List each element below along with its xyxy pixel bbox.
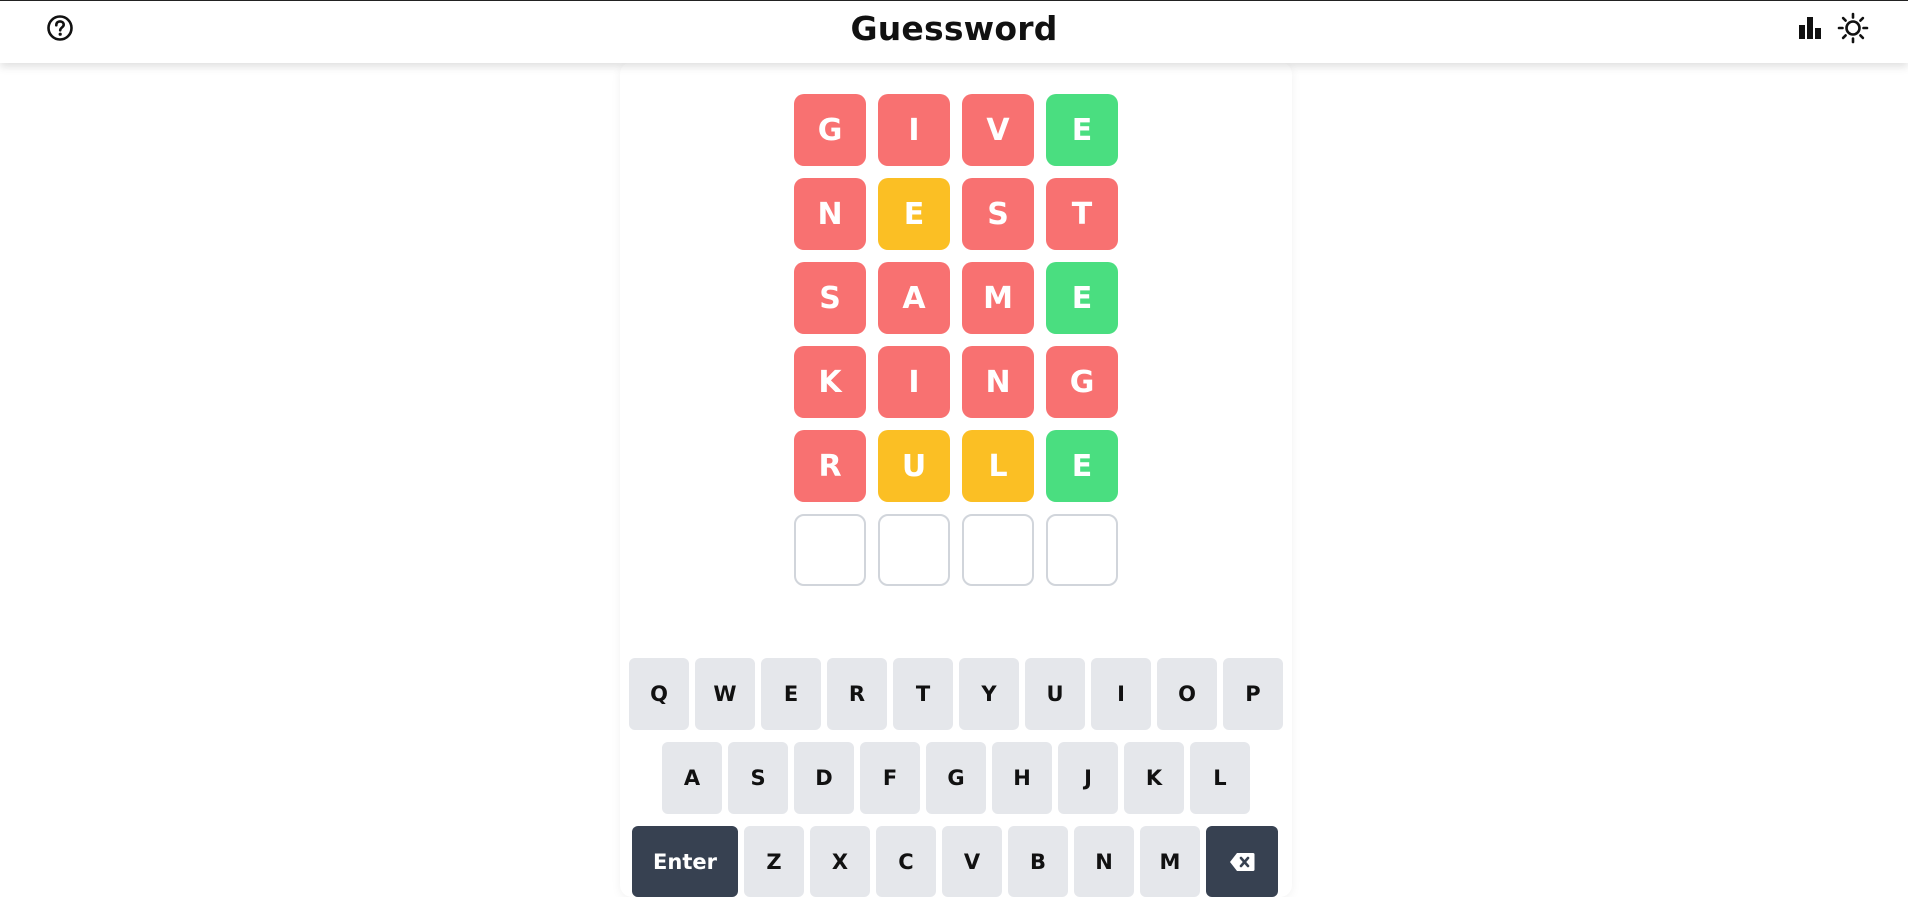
key-n[interactable]: N: [1074, 826, 1134, 897]
board-tile: [962, 514, 1034, 586]
key-l[interactable]: L: [1190, 742, 1250, 814]
board-tile: N: [794, 178, 866, 250]
key-z[interactable]: Z: [744, 826, 804, 897]
theme-toggle-button[interactable]: [1836, 11, 1870, 45]
backspace-icon: [1230, 852, 1255, 871]
board-tile: G: [794, 94, 866, 166]
key-e[interactable]: E: [761, 658, 821, 730]
board-tile: E: [878, 178, 950, 250]
board-tile: I: [878, 94, 950, 166]
board-tile: E: [1046, 430, 1118, 502]
app-title: Guessword: [850, 9, 1058, 48]
key-a[interactable]: A: [662, 742, 722, 814]
key-g[interactable]: G: [926, 742, 986, 814]
board-tile: K: [794, 346, 866, 418]
board-tile: V: [962, 94, 1034, 166]
board-tile: R: [794, 430, 866, 502]
board-tile: A: [878, 262, 950, 334]
board-tile: S: [794, 262, 866, 334]
key-x[interactable]: X: [810, 826, 870, 897]
key-h[interactable]: H: [992, 742, 1052, 814]
key-y[interactable]: Y: [959, 658, 1019, 730]
key-t[interactable]: T: [893, 658, 953, 730]
key-b[interactable]: B: [1008, 826, 1068, 897]
key-k[interactable]: K: [1124, 742, 1184, 814]
statistics-button[interactable]: [1797, 13, 1823, 43]
board-tile: N: [962, 346, 1034, 418]
board-tile: [1046, 514, 1118, 586]
key-c[interactable]: C: [876, 826, 936, 897]
key-i[interactable]: I: [1091, 658, 1151, 730]
top-bar: Guessword: [0, 0, 1908, 63]
key-o[interactable]: O: [1157, 658, 1217, 730]
key-j[interactable]: J: [1058, 742, 1118, 814]
key-d[interactable]: D: [794, 742, 854, 814]
board-tile: S: [962, 178, 1034, 250]
key-r[interactable]: R: [827, 658, 887, 730]
board-tile: G: [1046, 346, 1118, 418]
backspace-key[interactable]: [1206, 826, 1278, 897]
board-tile: [878, 514, 950, 586]
key-w[interactable]: W: [695, 658, 755, 730]
board-tile: E: [1046, 262, 1118, 334]
board-tile: U: [878, 430, 950, 502]
bar-chart-icon: [1799, 17, 1821, 39]
board-tile: E: [1046, 94, 1118, 166]
board-tile: I: [878, 346, 950, 418]
key-m[interactable]: M: [1140, 826, 1200, 897]
key-u[interactable]: U: [1025, 658, 1085, 730]
key-p[interactable]: P: [1223, 658, 1283, 730]
enter-key[interactable]: Enter: [632, 826, 738, 897]
board-tile: L: [962, 430, 1034, 502]
key-f[interactable]: F: [860, 742, 920, 814]
board-tile: T: [1046, 178, 1118, 250]
key-v[interactable]: V: [942, 826, 1002, 897]
key-s[interactable]: S: [728, 742, 788, 814]
board-tile: M: [962, 262, 1034, 334]
sun-icon: [1837, 12, 1869, 44]
key-q[interactable]: Q: [629, 658, 689, 730]
board-tile: [794, 514, 866, 586]
